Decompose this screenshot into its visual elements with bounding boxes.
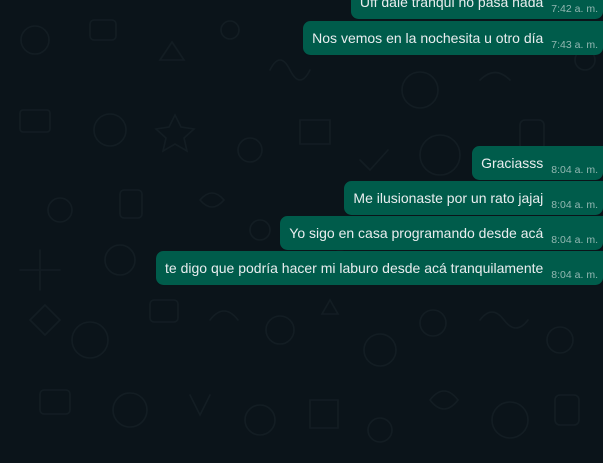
message-time: 8:04 a. m. bbox=[551, 234, 598, 246]
message-list[interactable]: Uff dale tranqui no pasa nada 7:42 a. m.… bbox=[0, 0, 603, 463]
message-time: 8:04 a. m. bbox=[551, 199, 598, 211]
message-text: Me ilusionaste por un rato jajaj bbox=[353, 190, 544, 206]
message-time: 7:43 a. m. bbox=[551, 39, 598, 51]
message-text: Nos vemos en la nochesita u otro día bbox=[312, 30, 544, 46]
message-text: Yo sigo en casa programando desde acá bbox=[289, 225, 544, 241]
outgoing-message[interactable]: Yo sigo en casa programando desde acá 8:… bbox=[280, 216, 603, 250]
message-text: Graciasss bbox=[481, 155, 544, 171]
outgoing-message[interactable]: Graciasss 8:04 a. m. bbox=[472, 146, 603, 180]
message-text: Uff dale tranqui no pasa nada bbox=[359, 0, 544, 10]
message-time: 8:04 a. m. bbox=[551, 269, 598, 281]
outgoing-message[interactable]: te digo que podría hacer mi laburo desde… bbox=[156, 251, 603, 285]
message-time: 8:04 a. m. bbox=[551, 164, 598, 176]
outgoing-message[interactable]: Nos vemos en la nochesita u otro día 7:4… bbox=[303, 21, 603, 55]
outgoing-message[interactable]: Uff dale tranqui no pasa nada 7:42 a. m. bbox=[350, 0, 603, 19]
message-text: te digo que podría hacer mi laburo desde… bbox=[165, 260, 544, 276]
outgoing-message[interactable]: Me ilusionaste por un rato jajaj 8:04 a.… bbox=[344, 181, 603, 215]
message-time: 7:42 a. m. bbox=[551, 3, 598, 15]
